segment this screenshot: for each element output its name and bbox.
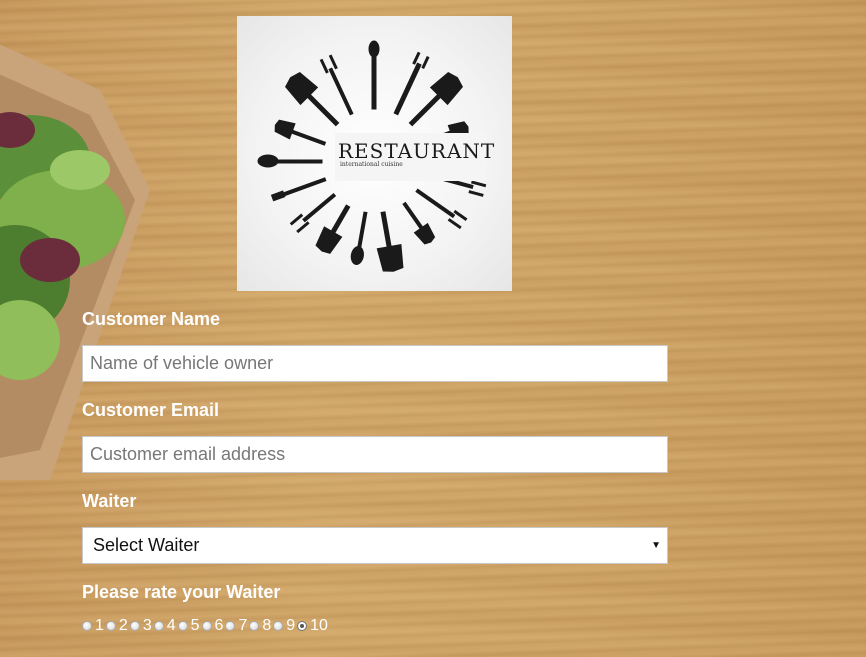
rating-number: 2 (118, 617, 128, 634)
rating-label: Please rate your Waiter (82, 582, 281, 602)
waiter-rating-group: 1 2 3 4 5 6 7 8 9 10 (82, 615, 668, 637)
rating-radio[interactable] (177, 621, 188, 631)
logo-subtitle: international cuisine (340, 161, 403, 168)
waiter-select-value: Select Waiter (93, 535, 200, 555)
rating-number: 9 (286, 617, 296, 634)
rating-option: 6 (201, 617, 224, 635)
rating-number: 4 (166, 617, 176, 634)
rating-option: 1 (82, 617, 104, 635)
rating-radio[interactable] (129, 621, 140, 631)
rating-option: 10 (297, 617, 328, 635)
rating-radio[interactable] (153, 621, 164, 631)
rating-option: 9 (273, 617, 295, 635)
waiter-label: Waiter (82, 491, 137, 511)
rating-option: 5 (177, 617, 200, 635)
rating-option: 4 (153, 617, 176, 635)
rating-number: 1 (95, 617, 104, 634)
restaurant-logo: RESTAURANT international cuisine (237, 16, 512, 291)
dropdown-arrow-icon: ▼ (651, 540, 661, 551)
rating-option: 3 (129, 617, 152, 635)
customer-name-input[interactable] (82, 345, 668, 382)
logo-title: RESTAURANT (338, 139, 495, 163)
rating-number: 6 (214, 617, 224, 634)
rating-radio[interactable] (249, 621, 260, 631)
rating-radio[interactable] (105, 621, 116, 631)
waiter-group: Waiter Select Waiter ▼ (82, 490, 668, 564)
rating-number: 7 (238, 617, 248, 634)
customer-email-input[interactable] (82, 436, 668, 473)
customer-name-group: Customer Name (82, 308, 668, 382)
rating-radio[interactable] (297, 621, 308, 631)
waiter-select[interactable]: Select Waiter ▼ (82, 527, 668, 564)
rating-radio[interactable] (273, 621, 284, 631)
rating-number: 8 (262, 617, 272, 634)
rating-radio[interactable] (201, 621, 212, 631)
customer-name-label: Customer Name (82, 309, 221, 329)
customer-email-group: Customer Email (82, 399, 668, 473)
rating-number: 5 (190, 617, 200, 634)
feedback-form: Customer Name Customer Email Waiter Sele… (82, 308, 668, 637)
rating-option: 2 (105, 617, 128, 635)
rating-number: 10 (310, 617, 328, 634)
rating-option: 8 (249, 617, 271, 635)
rating-option: 7 (225, 617, 247, 635)
rating-radio[interactable] (225, 621, 236, 631)
rating-radio[interactable] (82, 621, 92, 631)
rating-number: 3 (142, 617, 152, 634)
cutlery-logo-graphic: RESTAURANT international cuisine (257, 40, 495, 272)
customer-email-label: Customer Email (82, 400, 220, 420)
